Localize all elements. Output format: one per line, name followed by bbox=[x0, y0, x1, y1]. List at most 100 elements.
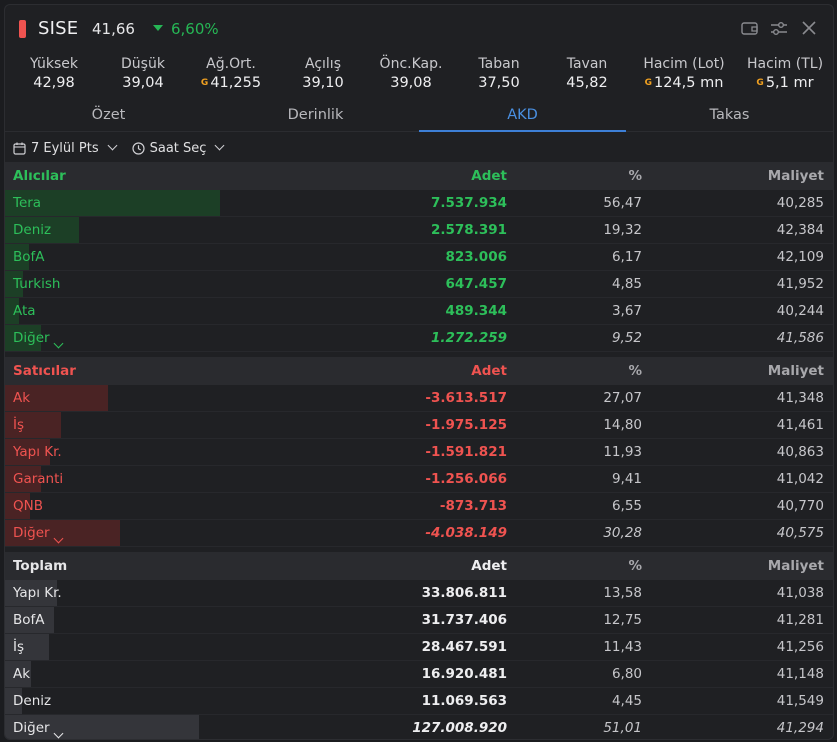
close-icon[interactable] bbox=[799, 18, 819, 38]
percent-cell: 11,43 bbox=[603, 639, 642, 655]
last-price: 41,66 bbox=[92, 20, 135, 38]
chevron-down-icon[interactable] bbox=[53, 338, 64, 349]
filter-bar: 7 Eylül Pts Saat Seç bbox=[13, 137, 225, 159]
broker-name: Yapı Kr. bbox=[13, 585, 62, 601]
table-row: Tera 7.537.934 56,47 40,285 bbox=[5, 190, 833, 217]
stat-label: Düşük bbox=[121, 56, 165, 72]
stat-value: G 5,1 mr bbox=[756, 75, 814, 91]
totals-rows: Yapı Kr. 33.806.811 13,58 41,038 BofA 31.737.… bbox=[5, 580, 833, 739]
stat-open: Açılış 39,10 bbox=[279, 55, 367, 99]
g-badge-icon: G bbox=[200, 78, 209, 88]
broker-name: Deniz bbox=[13, 693, 52, 709]
table-row: Turkish 647.457 4,85 41,952 bbox=[5, 271, 833, 298]
table-row: Deniz 11.069.563 4,45 41,549 bbox=[5, 688, 833, 715]
percent-cell: 27,07 bbox=[603, 390, 642, 406]
cost-cell: 42,109 bbox=[776, 249, 824, 265]
percent-cell: 56,47 bbox=[603, 195, 642, 211]
percent-cell: 11,93 bbox=[603, 444, 642, 460]
sellers-header: Satıcılar Adet % Maliyet bbox=[5, 357, 833, 385]
stat-floor: Taban 37,50 bbox=[455, 55, 543, 99]
wallet-icon[interactable] bbox=[739, 18, 759, 38]
table-row: Deniz 2.578.391 19,32 42,384 bbox=[5, 217, 833, 244]
percent-cell: 14,80 bbox=[603, 417, 642, 433]
cost-cell: 40,863 bbox=[776, 444, 824, 460]
settings-sliders-icon[interactable] bbox=[769, 18, 789, 38]
stat-value: 37,50 bbox=[478, 75, 520, 91]
percent-cell: 9,41 bbox=[611, 471, 642, 487]
percent-cell: 6,17 bbox=[611, 249, 642, 265]
cost-cell: 41,586 bbox=[776, 330, 824, 346]
totals-title: Toplam bbox=[13, 558, 68, 574]
stat-label: Yüksek bbox=[30, 56, 78, 72]
stat-label: Açılış bbox=[305, 56, 341, 72]
akd-window: SISE 41,66 6,60% Yüksek 42,98 Düşük 39,0… bbox=[4, 4, 834, 740]
quantity-cell: -1.256.066 bbox=[425, 471, 507, 487]
calendar-icon bbox=[13, 142, 26, 155]
chevron-down-icon bbox=[107, 140, 118, 150]
broker-name[interactable]: Diğer bbox=[13, 330, 64, 349]
table-row: Ak 16.920.481 6,80 41,148 bbox=[5, 661, 833, 688]
stat-label: Hacim (TL) bbox=[746, 56, 824, 72]
stat-value: 39,04 bbox=[122, 75, 164, 91]
stat-low: Düşük 39,04 bbox=[103, 55, 183, 99]
table-row: Ata 489.344 3,67 40,244 bbox=[5, 298, 833, 325]
broker-name: Tera bbox=[13, 195, 42, 211]
broker-name[interactable]: Diğer bbox=[13, 720, 64, 739]
quantity-cell: -873.713 bbox=[439, 498, 507, 514]
broker-name: Yapı Kr. bbox=[13, 444, 62, 460]
stat-value: 45,82 bbox=[566, 75, 608, 91]
cost-cell: 40,575 bbox=[776, 525, 824, 541]
sellers-title: Satıcılar bbox=[13, 363, 76, 379]
table-row-other[interactable]: Diğer -4.038.149 30,28 40,575 bbox=[5, 520, 833, 547]
time-select-label: Saat Seç bbox=[149, 140, 207, 156]
stat-label: Önc.Kap. bbox=[379, 56, 443, 72]
broker-name: Deniz bbox=[13, 222, 52, 238]
quantity-cell: 647.457 bbox=[445, 276, 508, 292]
stat-ceiling: Tavan 45,82 bbox=[543, 55, 631, 99]
stat-value: 42,98 bbox=[33, 75, 75, 91]
stat-value: G 41,255 bbox=[200, 75, 262, 91]
broker-name[interactable]: Diğer bbox=[13, 525, 64, 544]
cost-cell: 41,042 bbox=[776, 471, 824, 487]
symbol-title[interactable]: SISE bbox=[38, 18, 78, 39]
percent-cell: 6,55 bbox=[611, 498, 642, 514]
percent-cell: 9,52 bbox=[611, 330, 642, 346]
buyers-rows: Tera 7.537.934 56,47 40,285 Deniz 2.578.391 19… bbox=[5, 190, 833, 352]
col-qty-header: Adet bbox=[471, 168, 507, 184]
table-row-other[interactable]: Diğer 1.272.259 9,52 41,586 bbox=[5, 325, 833, 352]
broker-name: QNB bbox=[13, 498, 43, 514]
quantity-cell: 1.272.259 bbox=[430, 330, 507, 346]
broker-name: BofA bbox=[13, 249, 45, 265]
buyers-header: Alıcılar Adet % Maliyet bbox=[5, 162, 833, 190]
tab-akd[interactable]: AKD bbox=[419, 103, 626, 132]
stat-high: Yüksek 42,98 bbox=[5, 55, 103, 99]
stats-bar: Yüksek 42,98 Düşük 39,04 Ağ.Ort. G 41,255… bbox=[5, 55, 833, 99]
table-row: İş 28.467.591 11,43 41,256 bbox=[5, 634, 833, 661]
time-select[interactable]: Saat Seç bbox=[132, 140, 225, 156]
col-qty-header: Adet bbox=[471, 363, 507, 379]
quantity-cell: 31.737.406 bbox=[421, 612, 507, 628]
cost-cell: 41,952 bbox=[776, 276, 824, 292]
down-arrow-icon bbox=[153, 24, 163, 31]
tab-takas[interactable]: Takas bbox=[626, 103, 833, 131]
broker-name: İş bbox=[13, 417, 25, 433]
date-select[interactable]: 7 Eylül Pts bbox=[13, 140, 118, 156]
totals-section: Toplam Adet % Maliyet Yapı Kr. 33.806.811… bbox=[5, 552, 833, 739]
cost-cell: 40,244 bbox=[776, 303, 824, 319]
clock-icon bbox=[132, 141, 145, 155]
table-row-other[interactable]: Diğer 127.008.920 51,01 41,294 bbox=[5, 715, 833, 739]
table-row: Yapı Kr. 33.806.811 13,58 41,038 bbox=[5, 580, 833, 607]
tab-ozet[interactable]: Özet bbox=[5, 103, 212, 131]
cost-cell: 40,770 bbox=[776, 498, 824, 514]
percent-cell: 3,67 bbox=[611, 303, 642, 319]
percent-cell: 4,45 bbox=[611, 693, 642, 709]
tab-bar: Özet Derinlik AKD Takas bbox=[5, 103, 833, 132]
table-row: Garanti -1.256.066 9,41 41,042 bbox=[5, 466, 833, 493]
percent-cell: 19,32 bbox=[603, 222, 642, 238]
stat-value: G 124,5 mn bbox=[644, 75, 724, 91]
stat-label: Tavan bbox=[566, 56, 608, 72]
percent-cell: 30,28 bbox=[603, 525, 642, 541]
quantity-cell: 7.537.934 bbox=[430, 195, 507, 211]
table-row: İş -1.975.125 14,80 41,461 bbox=[5, 412, 833, 439]
tab-derinlik[interactable]: Derinlik bbox=[212, 103, 419, 131]
